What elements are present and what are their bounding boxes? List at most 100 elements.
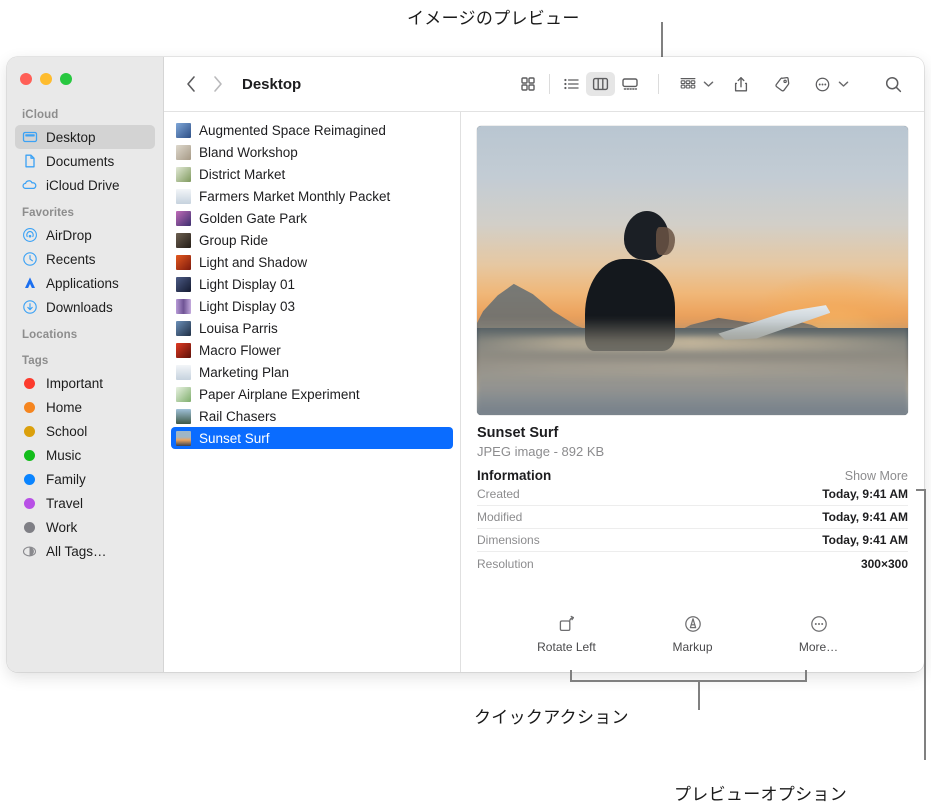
file-row[interactable]: Paper Airplane Experiment bbox=[171, 383, 453, 405]
back-button[interactable] bbox=[178, 71, 204, 97]
sidebar-item-icloud-drive[interactable]: iCloud Drive bbox=[15, 173, 155, 197]
sidebar-item-desktop[interactable]: Desktop bbox=[15, 125, 155, 149]
sidebar-section-favorites-title: Favorites bbox=[22, 207, 75, 219]
file-name: Light Display 03 bbox=[199, 298, 296, 314]
zoom-button[interactable] bbox=[60, 73, 72, 85]
sidebar-item-tag-work[interactable]: Work bbox=[15, 515, 155, 539]
leader-line-preview-options bbox=[924, 489, 926, 760]
more-button[interactable] bbox=[808, 72, 837, 96]
file-row[interactable]: Augmented Space Reimagined bbox=[171, 119, 453, 141]
file-name: Golden Gate Park bbox=[199, 210, 308, 226]
file-name: Rail Chasers bbox=[199, 408, 277, 424]
sidebar-item-applications[interactable]: Applications bbox=[15, 271, 155, 295]
file-name: Group Ride bbox=[199, 232, 269, 248]
info-key: Modified bbox=[477, 510, 523, 524]
chevron-down-icon[interactable] bbox=[838, 75, 849, 93]
file-row[interactable]: Farmers Market Monthly Packet bbox=[171, 185, 453, 207]
airdrop-icon bbox=[21, 227, 38, 244]
sidebar-item-tag-school[interactable]: School bbox=[15, 419, 155, 443]
minimize-button[interactable] bbox=[40, 73, 52, 85]
sidebar-item-label: All Tags… bbox=[46, 543, 107, 559]
sidebar-item-all-tags[interactable]: All Tags… bbox=[15, 539, 155, 563]
info-row: Dimensions Today, 9:41 AM bbox=[477, 529, 908, 552]
file-name: Augmented Space Reimagined bbox=[199, 122, 386, 138]
finder-window: iCloud Desktop Documents iCloud Drive Fa… bbox=[7, 57, 924, 672]
file-thumbnail-icon bbox=[176, 254, 191, 270]
markup-action[interactable]: Markup bbox=[656, 614, 730, 654]
close-button[interactable] bbox=[20, 73, 32, 85]
document-icon bbox=[21, 153, 38, 170]
file-row[interactable]: Louisa Parris bbox=[171, 317, 453, 339]
search-button[interactable] bbox=[879, 72, 908, 96]
bracket-quick-actions bbox=[570, 680, 807, 682]
file-row[interactable]: District Market bbox=[171, 163, 453, 185]
sidebar-item-label: AirDrop bbox=[46, 227, 92, 243]
file-row[interactable]: Light Display 03 bbox=[171, 295, 453, 317]
icon-view-button[interactable] bbox=[513, 72, 542, 96]
more-action[interactable]: More… bbox=[782, 614, 856, 654]
file-thumbnail-icon bbox=[176, 364, 191, 380]
file-name: Marketing Plan bbox=[199, 364, 290, 380]
quick-action-label: More… bbox=[798, 640, 839, 654]
file-thumbnail-icon bbox=[176, 188, 191, 204]
tag-dot-icon bbox=[21, 519, 38, 536]
file-thumbnail-icon bbox=[176, 342, 191, 358]
leader-tick-preview-options bbox=[916, 489, 925, 491]
sidebar-item-downloads[interactable]: Downloads bbox=[15, 295, 155, 319]
sidebar-item-tag-family[interactable]: Family bbox=[15, 467, 155, 491]
toolbar-divider bbox=[658, 74, 659, 94]
sidebar-item-documents[interactable]: Documents bbox=[15, 149, 155, 173]
sidebar-section-icloud-title: iCloud bbox=[22, 109, 59, 121]
tag-dot-icon bbox=[21, 399, 38, 416]
info-row: Modified Today, 9:41 AM bbox=[477, 506, 908, 529]
column-view-button[interactable] bbox=[586, 72, 615, 96]
file-row[interactable]: Golden Gate Park bbox=[171, 207, 453, 229]
sidebar-item-label: Work bbox=[46, 519, 78, 535]
file-thumbnail-icon bbox=[176, 144, 191, 160]
file-list-column[interactable]: Augmented Space Reimagined Bland Worksho… bbox=[164, 112, 461, 672]
file-subtitle: JPEG image - 892 KB bbox=[477, 444, 605, 459]
sidebar-item-label: Desktop bbox=[46, 129, 96, 145]
info-key: Created bbox=[477, 487, 520, 501]
information-label: Information bbox=[477, 468, 552, 483]
file-name: Farmers Market Monthly Packet bbox=[199, 188, 391, 204]
show-more-button[interactable]: Show More bbox=[845, 469, 908, 483]
tag-button[interactable] bbox=[767, 72, 796, 96]
file-name: Bland Workshop bbox=[199, 144, 298, 160]
forward-button[interactable] bbox=[204, 71, 230, 97]
file-name: Paper Airplane Experiment bbox=[199, 386, 360, 402]
sidebar-item-tag-important[interactable]: Important bbox=[15, 371, 155, 395]
sidebar-item-airdrop[interactable]: AirDrop bbox=[15, 223, 155, 247]
downloads-icon bbox=[21, 299, 38, 316]
list-view-button[interactable] bbox=[557, 72, 586, 96]
file-row-selected[interactable]: Sunset Surf bbox=[171, 427, 453, 449]
file-row[interactable]: Bland Workshop bbox=[171, 141, 453, 163]
file-row[interactable]: Macro Flower bbox=[171, 339, 453, 361]
sidebar-item-tag-travel[interactable]: Travel bbox=[15, 491, 155, 515]
applications-icon bbox=[21, 275, 38, 292]
file-thumbnail-icon bbox=[176, 320, 191, 336]
sidebar-item-label: Music bbox=[46, 447, 82, 463]
sidebar-item-tag-home[interactable]: Home bbox=[15, 395, 155, 419]
file-thumbnail-icon bbox=[176, 386, 191, 402]
file-row[interactable]: Light Display 01 bbox=[171, 273, 453, 295]
share-button[interactable] bbox=[726, 72, 755, 96]
file-name: Sunset Surf bbox=[199, 430, 270, 446]
info-value: Today, 9:41 AM bbox=[822, 533, 908, 547]
sidebar-item-tag-music[interactable]: Music bbox=[15, 443, 155, 467]
info-row: Created Today, 9:41 AM bbox=[477, 483, 908, 506]
file-row[interactable]: Group Ride bbox=[171, 229, 453, 251]
all-tags-icon bbox=[21, 543, 38, 560]
annotation-preview-image: イメージのプレビュー bbox=[407, 9, 580, 28]
sidebar-item-recents[interactable]: Recents bbox=[15, 247, 155, 271]
sidebar-section-tags-title: Tags bbox=[22, 355, 49, 367]
file-thumbnail-icon bbox=[176, 408, 191, 424]
rotate-left-action[interactable]: Rotate Left bbox=[530, 614, 604, 654]
group-by-button[interactable] bbox=[673, 72, 702, 96]
chevron-down-icon[interactable] bbox=[703, 75, 714, 93]
gallery-view-button[interactable] bbox=[615, 72, 644, 96]
file-row[interactable]: Rail Chasers bbox=[171, 405, 453, 427]
file-row[interactable]: Light and Shadow bbox=[171, 251, 453, 273]
preview-image bbox=[477, 126, 908, 415]
file-row[interactable]: Marketing Plan bbox=[171, 361, 453, 383]
